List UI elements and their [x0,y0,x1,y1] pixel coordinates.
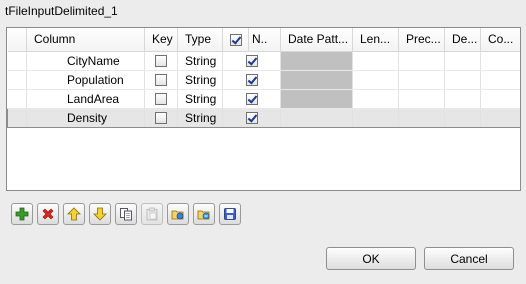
date-pattern-cell[interactable] [280,107,353,128]
column-header-key[interactable]: Key [144,28,178,52]
column-name-cell[interactable]: LandArea [26,89,145,109]
table-header: Column Key Type N.. Date Patt... Len... … [7,28,520,52]
import-button[interactable] [167,203,189,225]
move-up-button[interactable] [63,203,85,225]
type-cell[interactable]: String [177,70,223,90]
key-checkbox[interactable] [155,112,167,125]
default-cell[interactable] [444,70,481,90]
schema-toolbar [11,203,241,225]
move-up-icon [67,207,81,221]
length-cell[interactable] [352,51,399,71]
export-button[interactable] [193,203,215,225]
move-down-button[interactable] [89,203,111,225]
remove-icon [42,208,54,220]
key-checkbox[interactable] [155,55,167,68]
add-button[interactable] [11,203,33,225]
paste-icon [146,207,158,221]
nullable-checkbox[interactable] [245,55,258,68]
precision-cell[interactable] [398,51,445,71]
dialog-title: tFileInputDelimited_1 [5,4,118,18]
date-pattern-cell [280,89,353,109]
type-cell[interactable]: String [177,89,223,109]
nullable-checkbox[interactable] [245,74,258,87]
column-name-cell[interactable]: Density [26,107,145,128]
column-header-default[interactable]: De... [444,28,481,52]
cancel-button[interactable]: Cancel [424,247,514,270]
table-row[interactable]: CityName String [7,51,520,71]
schema-table[interactable]: Column Key Type N.. Date Patt... Len... … [6,27,521,191]
precision-cell[interactable] [398,107,445,128]
column-header-comment[interactable]: Co... [480,28,520,52]
date-pattern-cell [280,70,353,90]
column-header-length[interactable]: Len... [352,28,399,52]
type-cell[interactable]: String [177,107,223,128]
nullable-checkbox[interactable] [245,93,258,106]
nullable-checkbox[interactable] [245,112,258,125]
precision-cell[interactable] [398,70,445,90]
column-name-cell[interactable]: Population [26,70,145,90]
save-button[interactable] [219,203,241,225]
column-header-type[interactable]: Type [177,28,223,52]
type-cell[interactable]: String [177,51,223,71]
ok-button[interactable]: OK [326,247,416,270]
column-header-date-pattern[interactable]: Date Patt... [280,28,353,52]
paste-button[interactable] [141,203,163,225]
column-header-column[interactable]: Column [26,28,145,52]
key-checkbox[interactable] [155,93,167,106]
copy-button[interactable] [115,203,137,225]
table-row[interactable]: Population String [7,70,520,90]
select-all-checkbox[interactable] [229,34,242,47]
table-row-selected[interactable]: Density String [7,107,520,128]
export-icon [197,210,210,220]
length-cell[interactable] [352,70,399,90]
column-header-nullable[interactable]: N.. [248,28,281,52]
default-cell[interactable] [444,89,481,109]
table-row[interactable]: LandArea String [7,89,520,109]
import-icon [171,210,184,220]
comment-cell[interactable] [480,107,520,128]
comment-cell[interactable] [480,89,520,109]
length-cell[interactable] [352,89,399,109]
length-cell[interactable] [352,107,399,128]
key-checkbox[interactable] [155,74,167,87]
comment-cell[interactable] [480,70,520,90]
add-icon [15,207,29,221]
save-icon [224,208,236,220]
remove-button[interactable] [37,203,59,225]
date-pattern-cell [280,51,353,71]
row-header-spacer [7,28,27,52]
column-header-precision[interactable]: Prec... [398,28,445,52]
move-down-icon [93,207,107,221]
column-header-select-all[interactable] [222,28,249,52]
copy-icon [120,208,132,221]
default-cell[interactable] [444,51,481,71]
precision-cell[interactable] [398,89,445,109]
column-name-cell[interactable]: CityName [26,51,145,71]
default-cell[interactable] [444,107,481,128]
comment-cell[interactable] [480,51,520,71]
